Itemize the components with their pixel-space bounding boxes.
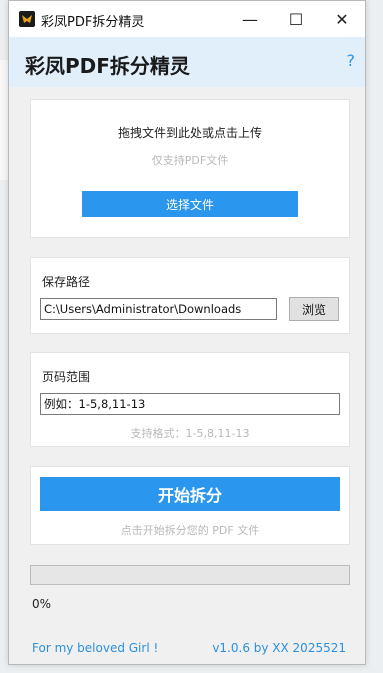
upload-drop-zone[interactable]: 拖拽文件到此处或点击上传 仅支持PDF文件 选择文件 — [30, 99, 350, 238]
help-icon[interactable]: ? — [347, 51, 356, 70]
progress-bar — [30, 565, 350, 585]
footer-version: v1.0.6 by XX 2025521 — [212, 641, 346, 655]
close-icon: ✕ — [335, 9, 349, 29]
action-section: 开始拆分 点击开始拆分您的 PDF 文件 — [30, 466, 350, 545]
background-window-edge-right — [366, 340, 383, 370]
page-range-input[interactable] — [40, 393, 340, 415]
drop-hint: 仅支持PDF文件 — [151, 154, 229, 167]
minimize-button[interactable]: — — [227, 1, 273, 37]
close-button[interactable]: ✕ — [319, 1, 365, 37]
start-hint: 点击开始拆分您的 PDF 文件 — [120, 524, 260, 537]
app-window: 彩凤PDF拆分精灵 — ☐ ✕ 彩凤PDF拆分精灵 ? 拖拽文件到此处或点击上传… — [8, 0, 366, 665]
save-path-label: 保存路径 — [42, 275, 91, 289]
window-title: 彩凤PDF拆分精灵 — [41, 15, 145, 30]
browse-button[interactable]: 浏览 — [289, 297, 339, 321]
page-range-format-hint: 支持格式：1-5,8,11-13 — [130, 427, 250, 440]
footer-dedication: For my beloved Girl ! — [32, 641, 159, 655]
drop-prompt: 拖拽文件到此处或点击上传 — [117, 126, 262, 140]
page-range-label: 页码范围 — [42, 370, 91, 384]
title-bar[interactable]: 彩凤PDF拆分精灵 — ☐ ✕ — [9, 1, 365, 37]
minimize-icon: — — [242, 9, 258, 29]
page-range-section: 页码范围 支持格式：1-5,8,11-13 — [30, 352, 350, 447]
save-path-section: 保存路径 浏览 — [30, 257, 350, 334]
background-window-edge — [0, 60, 8, 180]
select-file-button[interactable]: 选择文件 — [82, 191, 298, 217]
maximize-button[interactable]: ☐ — [273, 1, 319, 37]
save-path-input[interactable] — [40, 298, 277, 320]
maximize-icon: ☐ — [288, 9, 304, 29]
app-title: 彩凤PDF拆分精灵 — [25, 54, 190, 78]
header: 彩凤PDF拆分精灵 ? — [9, 37, 365, 87]
start-split-button[interactable]: 开始拆分 — [40, 477, 340, 511]
app-logo-icon — [19, 11, 35, 27]
progress-percent: 0% — [32, 597, 52, 611]
